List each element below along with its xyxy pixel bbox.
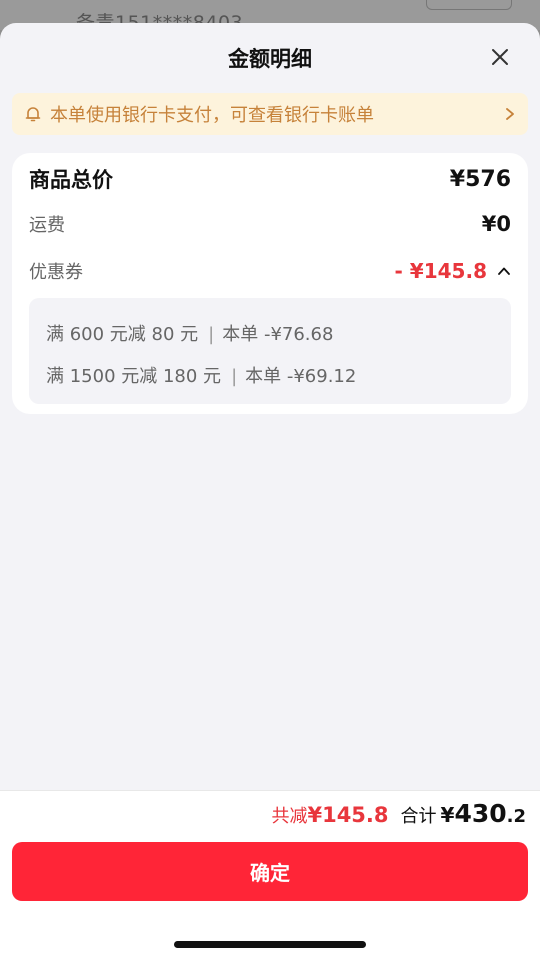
coupon-detail-item: 满 1500 元减 180 元 | 本单 -¥69.12 xyxy=(46,362,356,388)
home-indicator xyxy=(174,941,366,948)
goods-total-label: 商品总价 xyxy=(29,168,113,192)
amount-detail-sheet: 金额明细 本单使用银行卡支付，可查看银行卡账单 商品总价 ¥576 运费 ¥0 … xyxy=(0,23,540,958)
bell-icon xyxy=(25,107,41,122)
shipping-label: 运费 xyxy=(29,215,65,236)
price-breakdown-card: 商品总价 ¥576 运费 ¥0 优惠券 - ¥145.8 满 600 元减 80… xyxy=(12,153,528,414)
coupon-separator: | xyxy=(231,366,238,387)
order-summary: 共减 ¥145.8 合计 ¥ 430 .2 xyxy=(271,799,526,828)
coupon-rule: 满 600 元减 80 元 xyxy=(46,324,199,345)
goods-total-row: 商品总价 ¥576 xyxy=(29,163,511,195)
bank-card-notice[interactable]: 本单使用银行卡支付，可查看银行卡账单 xyxy=(12,93,528,135)
coupon-detail-item: 满 600 元减 80 元 | 本单 -¥76.68 xyxy=(46,320,333,346)
reduced-label: 共减 xyxy=(271,806,308,827)
close-icon[interactable] xyxy=(490,47,510,67)
sheet-header: 金额明细 xyxy=(0,23,540,93)
shipping-value: ¥0 xyxy=(481,212,511,236)
total-decimal: .2 xyxy=(506,806,526,827)
total-label: 合计 xyxy=(400,806,437,827)
coupon-amount: 本单 -¥69.12 xyxy=(245,366,357,387)
chevron-right-icon xyxy=(506,108,514,120)
reduced-value: ¥145.8 xyxy=(307,803,389,827)
coupon-details: 满 600 元减 80 元 | 本单 -¥76.68 满 1500 元减 180 元… xyxy=(29,298,511,404)
coupon-amount: 本单 -¥76.68 xyxy=(222,324,334,345)
confirm-button[interactable]: 确定 xyxy=(12,842,528,901)
coupon-label: 优惠券 xyxy=(29,262,83,283)
total-currency: ¥ xyxy=(440,803,455,827)
shipping-row: 运费 ¥0 xyxy=(29,209,511,239)
coupon-row[interactable]: 优惠券 - ¥145.8 xyxy=(29,256,511,286)
notice-text: 本单使用银行卡支付，可查看银行卡账单 xyxy=(50,105,374,126)
footer-bar: 共减 ¥145.8 合计 ¥ 430 .2 确定 xyxy=(0,790,540,958)
background-button xyxy=(426,0,512,10)
chevron-up-icon xyxy=(498,267,510,275)
total-integer: 430 xyxy=(454,799,507,828)
coupon-toggle[interactable]: - ¥145.8 xyxy=(395,259,511,283)
coupon-rule: 满 1500 元减 180 元 xyxy=(46,366,222,387)
goods-total-value: ¥576 xyxy=(449,166,511,192)
page-title: 金额明细 xyxy=(228,47,312,71)
coupon-value: - ¥145.8 xyxy=(394,259,487,283)
coupon-separator: | xyxy=(208,324,215,345)
